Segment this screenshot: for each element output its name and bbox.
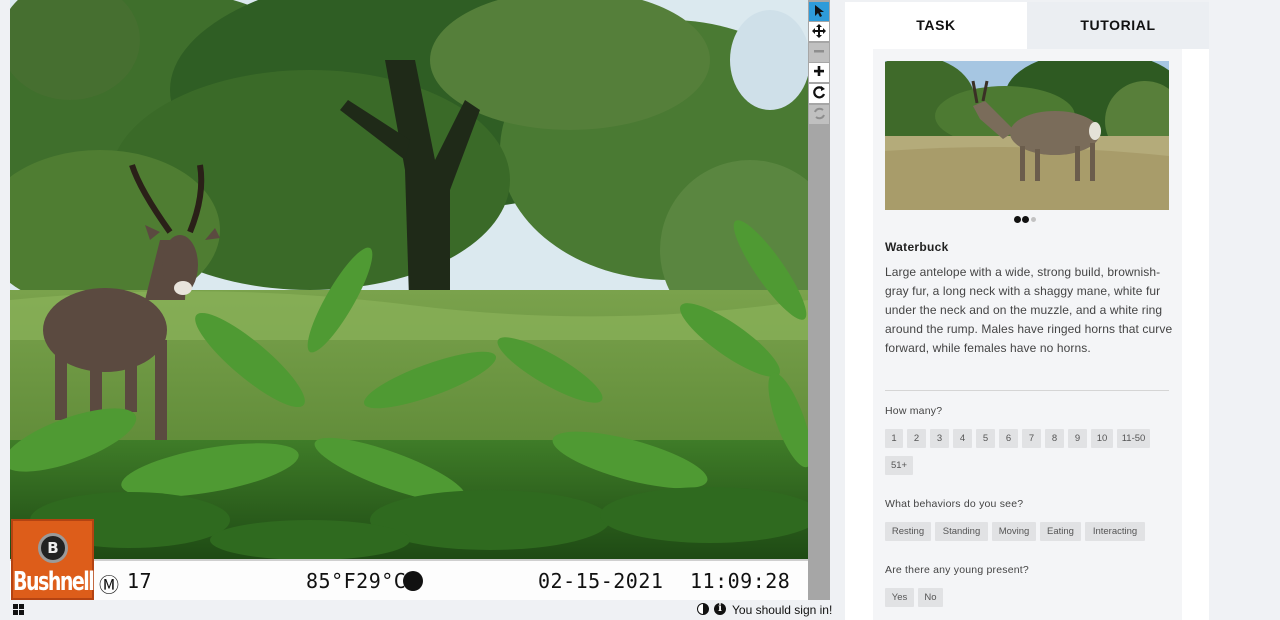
zoom-in-icon[interactable] [809, 63, 829, 82]
task-tabs: TASK TUTORIAL [845, 2, 1209, 49]
info-icon[interactable]: i [714, 603, 726, 615]
sign-in-prompt[interactable]: You should sign in! [732, 603, 832, 617]
panel-left-gutter [845, 49, 873, 620]
bushnell-wordmark: Bushnell [13, 567, 95, 597]
capture-time: 11:09:28 [690, 569, 791, 593]
count-option-4[interactable]: 4 [953, 429, 972, 448]
count-option-6[interactable]: 6 [999, 429, 1018, 448]
young-yes[interactable]: Yes [885, 588, 914, 607]
count-option-5[interactable]: 5 [976, 429, 995, 448]
question-how-many: How many? [885, 405, 943, 417]
capture-date: 02-15-2021 [538, 569, 664, 593]
count-option-8[interactable]: 8 [1045, 429, 1064, 448]
section-divider [885, 390, 1169, 391]
panel-right-gutter [1182, 49, 1209, 620]
count-option-9[interactable]: 9 [1068, 429, 1087, 448]
behavior-eating[interactable]: Eating [1040, 522, 1081, 541]
reset-icon[interactable] [809, 105, 829, 124]
species-name: Waterbuck [885, 240, 949, 254]
question-behaviors: What behaviors do you see? [885, 498, 1024, 510]
grid-icon[interactable] [13, 604, 25, 616]
count-option-2[interactable]: 2 [907, 429, 926, 448]
tab-tutorial[interactable]: TUTORIAL [1027, 2, 1209, 49]
behavior-moving[interactable]: Moving [992, 522, 1036, 541]
contrast-icon[interactable] [697, 603, 709, 615]
count-option-11-50[interactable]: 11-50 [1117, 429, 1150, 448]
move-icon[interactable] [809, 22, 829, 41]
bushnell-emblem-icon: B [38, 533, 68, 563]
behavior-interacting[interactable]: Interacting [1085, 522, 1145, 541]
rotate-icon[interactable] [809, 84, 829, 103]
pointer-icon[interactable] [809, 2, 829, 21]
zoom-out-icon[interactable] [809, 43, 829, 62]
camera-info-strip: Ⓜ 17 85°F29°C 02-15-2021 11:09:28 [10, 559, 808, 600]
count-option-10[interactable]: 10 [1091, 429, 1113, 448]
temperature-readout: 85°F29°C [306, 569, 407, 593]
count-option-51-plus[interactable]: 51+ [885, 456, 913, 475]
carousel-dot[interactable] [1022, 216, 1029, 223]
moon-icon [403, 571, 423, 591]
carousel-dot[interactable] [1014, 216, 1021, 223]
species-photo[interactable] [885, 61, 1169, 210]
behavior-standing[interactable]: Standing [935, 522, 988, 541]
question-young-present: Are there any young present? [885, 564, 1029, 576]
young-no[interactable]: No [918, 588, 943, 607]
species-description: Large antelope with a wide, strong build… [885, 265, 1173, 355]
image-toolbar [808, 0, 830, 600]
waterbuck-reference-image [885, 61, 1169, 210]
camera-number: 17 [127, 569, 153, 593]
count-option-7[interactable]: 7 [1022, 429, 1041, 448]
carousel-dot[interactable] [1031, 217, 1036, 222]
tab-task[interactable]: TASK [845, 2, 1027, 49]
count-option-3[interactable]: 3 [930, 429, 949, 448]
page-background [1209, 0, 1280, 620]
subject-viewer[interactable]: Ⓜ 17 85°F29°C 02-15-2021 11:09:28 B Bush… [10, 0, 808, 600]
camera-trap-photo [10, 0, 808, 600]
count-option-1[interactable]: 1 [885, 429, 903, 448]
bushnell-logo: B Bushnell [11, 519, 95, 600]
behavior-resting[interactable]: Resting [885, 522, 931, 541]
moon-phase-icon: Ⓜ [99, 573, 120, 597]
